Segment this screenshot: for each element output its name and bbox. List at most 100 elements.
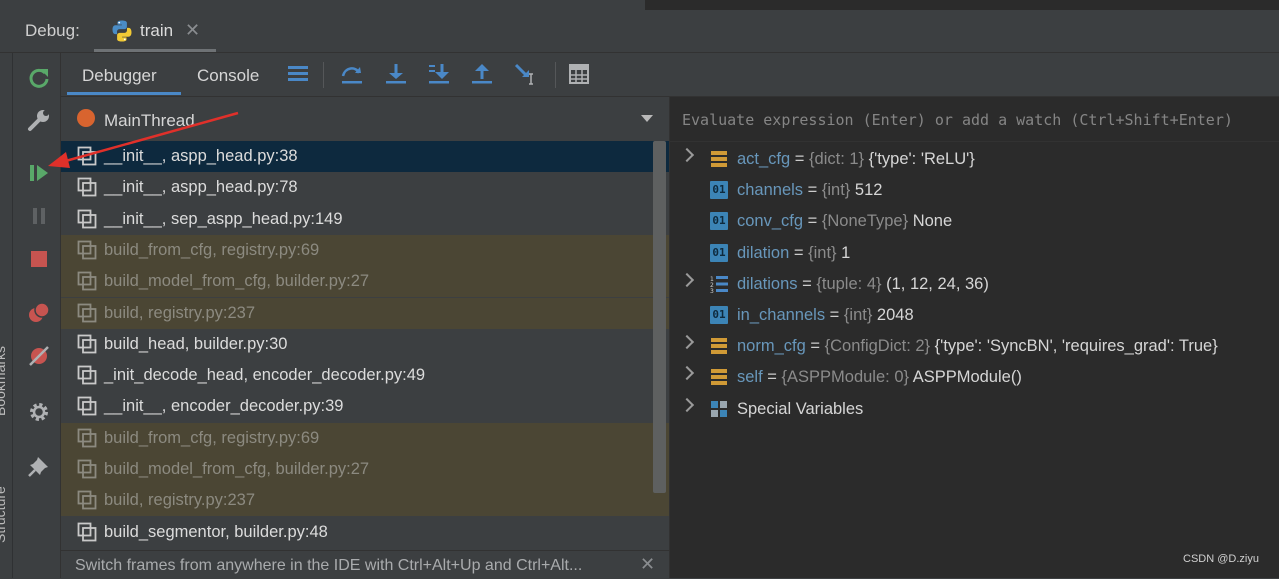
mute-breakpoints-icon[interactable] [26,343,52,369]
pin-icon[interactable] [26,453,52,479]
frames-scrollbar[interactable] [653,141,666,493]
dict-type-icon [711,151,727,167]
frame-row[interactable]: __init__, encoder_decoder.py:39 [61,391,669,422]
stack-frame-icon [77,271,97,291]
variable-text: act_cfg = {dict: 1} {'type': 'ReLU'} [737,150,975,169]
stack-frame-icon [77,490,97,510]
variable-row[interactable]: Special Variables [670,394,1279,425]
frame-row[interactable]: build_head, builder.py:30 [61,329,669,360]
expand-chevron-icon[interactable] [679,397,695,412]
variable-value: {'type': 'SyncBN', 'requires_grad': True… [930,337,1218,356]
step-out-icon[interactable] [470,62,494,86]
stack-frame-icon [77,522,97,541]
frame-label: build_model_from_cfg, builder.py:27 [104,272,370,291]
frame-label: build, registry.py:237 [104,491,256,510]
stack-frame-icon [77,209,97,228]
variable-equals: = [789,243,809,262]
variable-type: {int} [808,243,837,262]
evaluate-expression-input[interactable] [680,107,1274,133]
variable-row[interactable]: self = {ASPPModule: 0} ASPPModule() [670,362,1279,393]
expand-chevron-icon[interactable] [679,366,695,381]
int-type-icon: 01 [710,212,728,231]
variable-name: act_cfg [737,150,791,168]
variable-text: norm_cfg = {ConfigDict: 2} {'type': 'Syn… [737,337,1218,356]
close-hint-icon[interactable]: ✕ [640,554,655,575]
variable-equals: = [762,368,782,387]
variable-row[interactable]: norm_cfg = {ConfigDict: 2} {'type': 'Syn… [670,331,1279,362]
frame-label: build_head, builder.py:30 [104,334,288,353]
variable-equals: = [825,306,844,324]
variable-type: {int} [843,306,873,324]
special-variables-icon [711,400,727,417]
variable-type: {tuple: 4} [816,274,882,293]
int-type-icon: 01 [710,306,728,324]
step-into-my-code-icon[interactable] [427,62,451,86]
variable-equals: = [797,274,817,293]
frame-label: __init__, encoder_decoder.py:39 [104,397,344,416]
variable-equals: = [790,150,810,168]
stop-icon[interactable] [26,246,52,272]
gear-icon[interactable] [26,399,52,425]
annotation-arrow [48,111,239,168]
frame-row[interactable]: build, registry.py:237 [61,485,669,517]
frame-row[interactable]: build, registry.py:237 [61,297,669,329]
frame-row[interactable]: build_segmentor, builder.py:48 [61,517,669,548]
variable-row[interactable]: 1 2 3 dilations = {tuple: 4} (1, 12, 24, 36… [670,269,1279,300]
variable-name: dilation [737,243,790,262]
run-to-cursor-icon[interactable] [513,62,537,86]
chevron-down-icon[interactable] [641,115,653,122]
variable-value: ASPPModule() [909,368,1022,387]
evaluate-row [670,97,1279,142]
variable-text: self = {ASPPModule: 0} ASPPModule() [737,368,1022,387]
variable-row[interactable]: 01 in_channels = {int} 2048 [670,300,1279,331]
frames-hint-bar: Switch frames from anywhere in the IDE w… [61,550,669,579]
list-type-icon: 123 [710,275,728,293]
svg-text:3: 3 [710,288,714,293]
expand-chevron-icon[interactable] [679,272,695,287]
bookmarks-label[interactable]: Bookmarks [0,346,8,416]
frame-row[interactable]: __init__, sep_aspp_head.py:149 [61,204,669,235]
variable-name: dilations [737,274,798,293]
frames-hint-text: Switch frames from anywhere in the IDE w… [75,557,583,574]
variable-text: conv_cfg = {NoneType} None [737,212,952,231]
step-over-icon[interactable] [340,62,364,86]
variable-name: self [737,368,763,387]
variable-row[interactable]: 01 conv_cfg = {NoneType} None [670,206,1279,237]
variable-row[interactable]: 01 dilation = {int} 1 [670,238,1279,269]
variable-equals: = [803,212,822,231]
variable-row[interactable]: 01 channels = {int} 512 [670,175,1279,206]
stack-frame-icon [77,396,97,416]
frame-label: build_from_cfg, registry.py:69 [104,240,320,259]
evaluate-expression-icon[interactable] [567,62,591,86]
frame-row[interactable]: _init_decode_head, encoder_decoder.py:49 [61,360,669,391]
frame-label: build_from_cfg, registry.py:69 [104,428,320,447]
variable-name: in_channels [737,306,826,324]
variable-text: in_channels = {int} 2048 [737,306,914,325]
variable-type: {ASPPModule: 0} [781,368,910,387]
step-into-icon[interactable] [384,62,408,86]
structure-label[interactable]: Structure [0,486,8,543]
frame-row[interactable]: build_model_from_cfg, builder.py:27 [61,266,669,298]
frame-label: __init__, sep_aspp_head.py:149 [104,209,343,228]
variable-row[interactable]: act_cfg = {dict: 1} {'type': 'ReLU'} [670,144,1279,175]
variable-text: channels = {int} 512 [737,181,882,200]
stack-frame-icon [77,303,97,322]
variable-type: {NoneType} [821,212,909,231]
pause-icon[interactable] [26,203,52,229]
expand-chevron-icon[interactable] [679,147,695,163]
frame-row[interactable]: build_from_cfg, registry.py:69 [61,234,669,266]
variable-text: Special Variables [737,400,863,419]
stack-frame-icon [77,428,97,448]
int-type-icon: 01 [710,243,728,262]
view-breakpoints-icon[interactable] [26,300,52,326]
frame-label: _init_decode_head, encoder_decoder.py:49 [104,366,426,385]
layout-menu-icon[interactable] [286,62,310,86]
variable-name: conv_cfg [737,212,804,231]
watermark: CSDN @D.ziyu [1183,553,1259,565]
variable-type: {ConfigDict: 2} [824,337,931,356]
variable-value: Special Variables [737,399,864,418]
expand-chevron-icon[interactable] [679,335,695,350]
frame-row[interactable]: build_from_cfg, registry.py:69 [61,422,669,454]
frame-row[interactable]: build_model_from_cfg, builder.py:27 [61,454,669,485]
stack-frame-icon [77,334,97,354]
